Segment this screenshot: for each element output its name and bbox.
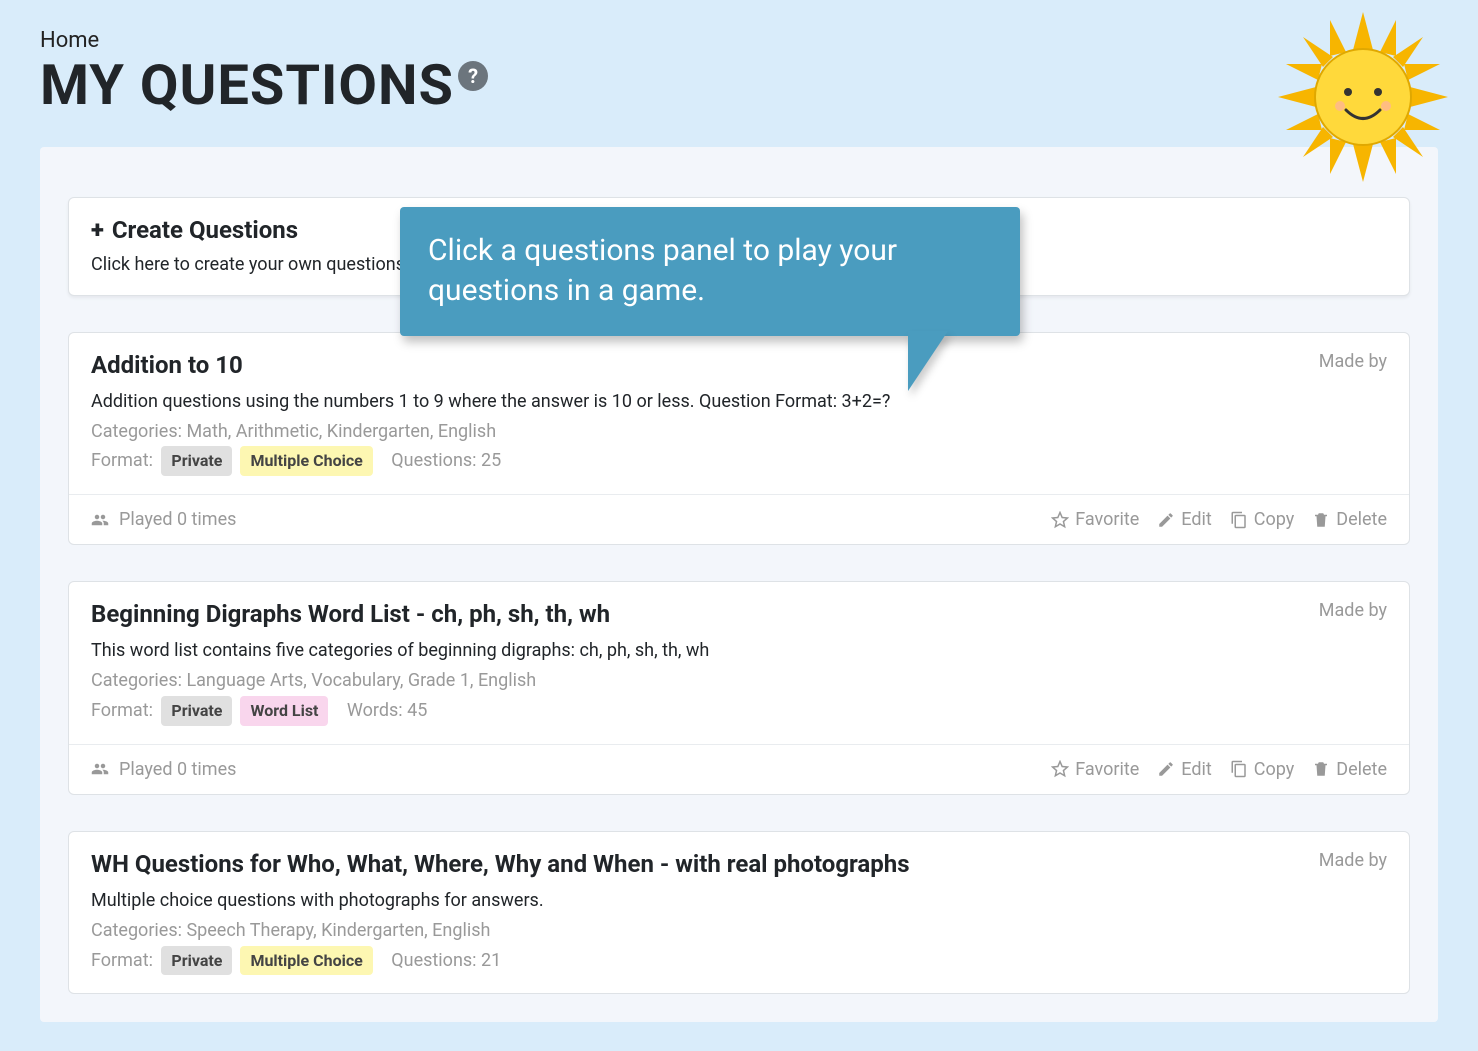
made-by-label: Made by xyxy=(1319,351,1387,372)
question-format-row: Format: Private Word List Words: 45 xyxy=(91,696,1387,726)
question-description: Addition questions using the numbers 1 t… xyxy=(91,391,1387,412)
favorite-button[interactable]: Favorite xyxy=(1051,509,1139,530)
made-by-label: Made by xyxy=(1319,850,1387,871)
edit-button[interactable]: Edit xyxy=(1157,759,1211,780)
question-categories: Categories: Language Arts, Vocabulary, G… xyxy=(91,667,1387,696)
question-format-row: Format: Private Multiple Choice Questions… xyxy=(91,946,1387,976)
privacy-badge: Private xyxy=(161,946,232,976)
edit-icon xyxy=(1157,511,1175,529)
question-description: This word list contains five categories … xyxy=(91,640,1387,661)
format-prefix: Format: xyxy=(91,950,157,971)
privacy-badge: Private xyxy=(161,446,232,476)
action-label: Favorite xyxy=(1075,759,1139,780)
action-label: Delete xyxy=(1336,759,1387,780)
question-footer: Played 0 times Favorite Edit Copy Delete xyxy=(69,494,1409,544)
question-description: Multiple choice questions with photograp… xyxy=(91,890,1387,911)
question-categories: Categories: Math, Arithmetic, Kindergart… xyxy=(91,418,1387,447)
action-label: Edit xyxy=(1181,509,1211,530)
question-card[interactable]: Addition to 10 Made by Addition questions … xyxy=(68,332,1410,546)
star-icon xyxy=(1051,760,1069,778)
question-card[interactable]: Beginning Digraphs Word List - ch, ph, s… xyxy=(68,581,1410,795)
copy-button[interactable]: Copy xyxy=(1230,759,1295,780)
create-title-text: Create Questions xyxy=(112,216,298,244)
count-label: Questions: 25 xyxy=(387,450,501,471)
trash-icon xyxy=(1312,511,1330,529)
people-icon xyxy=(91,511,109,529)
played-text: Played 0 times xyxy=(119,759,236,780)
delete-button[interactable]: Delete xyxy=(1312,759,1387,780)
privacy-badge: Private xyxy=(161,696,232,726)
question-title: Addition to 10 xyxy=(91,351,243,379)
plus-icon: + xyxy=(91,218,104,242)
tooltip-tail xyxy=(908,331,948,391)
played-info: Played 0 times xyxy=(91,759,236,780)
tooltip-text: Click a questions panel to play your que… xyxy=(428,233,897,309)
format-badge: Word List xyxy=(240,696,328,726)
page-title: MY QUESTIONS xyxy=(40,55,454,117)
question-format-row: Format: Private Multiple Choice Questions… xyxy=(91,446,1387,476)
question-card[interactable]: WH Questions for Who, What, Where, Why a… xyxy=(68,831,1410,995)
copy-button[interactable]: Copy xyxy=(1230,509,1295,530)
delete-button[interactable]: Delete xyxy=(1312,509,1387,530)
count-label: Words: 45 xyxy=(342,700,427,721)
action-label: Copy xyxy=(1254,759,1295,780)
content-panel: Click a questions panel to play your que… xyxy=(40,147,1438,1023)
copy-icon xyxy=(1230,511,1248,529)
played-info: Played 0 times xyxy=(91,509,236,530)
format-badge: Multiple Choice xyxy=(240,446,372,476)
people-icon xyxy=(91,760,109,778)
action-label: Delete xyxy=(1336,509,1387,530)
count-label: Questions: 21 xyxy=(387,950,501,971)
help-icon[interactable]: ? xyxy=(458,61,488,91)
favorite-button[interactable]: Favorite xyxy=(1051,759,1139,780)
action-label: Copy xyxy=(1254,509,1295,530)
trash-icon xyxy=(1312,760,1330,778)
format-badge: Multiple Choice xyxy=(240,946,372,976)
breadcrumb-home[interactable]: Home xyxy=(40,28,1438,53)
question-footer: Played 0 times Favorite Edit Copy Delete xyxy=(69,744,1409,794)
sun-decoration xyxy=(1278,12,1448,182)
played-text: Played 0 times xyxy=(119,509,236,530)
tutorial-tooltip: Click a questions panel to play your que… xyxy=(400,207,1020,336)
question-categories: Categories: Speech Therapy, Kindergarten… xyxy=(91,917,1387,946)
action-label: Favorite xyxy=(1075,509,1139,530)
format-prefix: Format: xyxy=(91,450,157,471)
made-by-label: Made by xyxy=(1319,600,1387,621)
star-icon xyxy=(1051,511,1069,529)
action-label: Edit xyxy=(1181,759,1211,780)
edit-button[interactable]: Edit xyxy=(1157,509,1211,530)
copy-icon xyxy=(1230,760,1248,778)
question-title: WH Questions for Who, What, Where, Why a… xyxy=(91,850,910,878)
format-prefix: Format: xyxy=(91,700,157,721)
edit-icon xyxy=(1157,760,1175,778)
question-title: Beginning Digraphs Word List - ch, ph, s… xyxy=(91,600,610,628)
